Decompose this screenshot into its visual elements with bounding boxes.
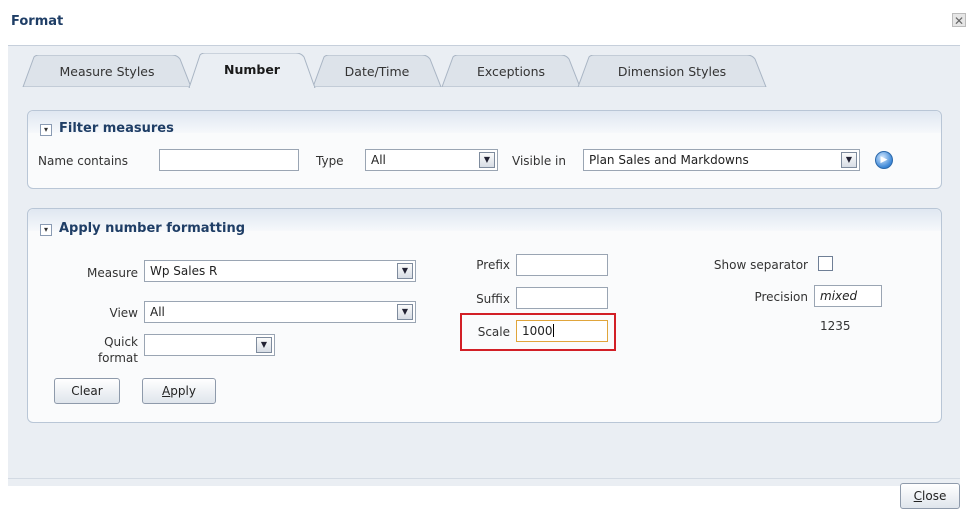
view-select[interactable]: All ▼ xyxy=(144,301,416,323)
suffix-label: Suffix xyxy=(476,292,510,306)
visible-in-value: Plan Sales and Markdowns xyxy=(589,153,749,167)
filter-measures-panel: ▾ Filter measures Name contains Type All… xyxy=(27,110,942,189)
quick-format-select[interactable]: ▼ xyxy=(144,334,275,356)
apply-section-title: Apply number formatting xyxy=(59,221,246,236)
chevron-down-icon[interactable]: ▼ xyxy=(841,152,857,168)
precision-preview: 1235 xyxy=(820,319,851,333)
collapse-filter-icon[interactable]: ▾ xyxy=(40,124,52,136)
tab-label: Number xyxy=(224,62,280,77)
tab-dimension-styles[interactable]: Dimension Styles xyxy=(577,55,767,87)
measure-label: Measure xyxy=(87,266,138,280)
chevron-down-icon[interactable]: ▼ xyxy=(479,152,495,168)
type-value: All xyxy=(371,153,386,167)
apply-button[interactable]: Apply xyxy=(142,378,216,404)
scale-highlight-box xyxy=(460,313,616,351)
clear-button[interactable]: Clear xyxy=(54,378,120,404)
dialog-title: Format xyxy=(11,14,64,29)
tab-label: Date/Time xyxy=(344,64,410,79)
precision-label: Precision xyxy=(754,290,808,304)
name-contains-label: Name contains xyxy=(38,154,129,168)
suffix-input[interactable] xyxy=(516,287,608,309)
tab-number[interactable]: Number xyxy=(188,53,316,88)
precision-input[interactable]: mixed xyxy=(814,285,882,307)
tab-date-time[interactable]: Date/Time xyxy=(312,55,442,87)
visible-in-label: Visible in xyxy=(512,154,566,168)
tab-label: Measure Styles xyxy=(59,64,155,79)
chevron-down-icon[interactable]: ▼ xyxy=(397,304,413,320)
measure-value: Wp Sales R xyxy=(150,264,218,278)
view-label: View xyxy=(109,306,138,320)
name-contains-input[interactable] xyxy=(159,149,299,171)
type-select[interactable]: All ▼ xyxy=(365,149,498,171)
tab-label: Dimension Styles xyxy=(617,64,727,79)
quick-format-label: Quick format xyxy=(97,335,138,365)
type-label: Type xyxy=(316,154,344,168)
filter-section-title: Filter measures xyxy=(59,121,174,136)
tab-label: Exceptions xyxy=(476,64,546,79)
measure-select[interactable]: Wp Sales R ▼ xyxy=(144,260,416,282)
view-value: All xyxy=(150,305,165,319)
prefix-label: Prefix xyxy=(476,258,510,272)
close-button[interactable]: Close xyxy=(900,483,960,509)
chevron-down-icon[interactable]: ▼ xyxy=(397,263,413,279)
tab-exceptions[interactable]: Exceptions xyxy=(441,55,581,87)
show-separator-checkbox[interactable] xyxy=(818,256,833,271)
chevron-down-icon[interactable]: ▼ xyxy=(256,337,272,353)
tab-measure-styles[interactable]: Measure Styles xyxy=(22,55,192,87)
close-icon[interactable]: ✕ xyxy=(952,13,966,28)
footer-divider xyxy=(8,478,960,479)
collapse-apply-icon[interactable]: ▾ xyxy=(40,224,52,236)
go-arrow-icon[interactable]: ▶ xyxy=(875,151,893,169)
show-separator-label: Show separator xyxy=(713,258,808,272)
prefix-input[interactable] xyxy=(516,254,608,276)
visible-in-select[interactable]: Plan Sales and Markdowns ▼ xyxy=(583,149,860,171)
